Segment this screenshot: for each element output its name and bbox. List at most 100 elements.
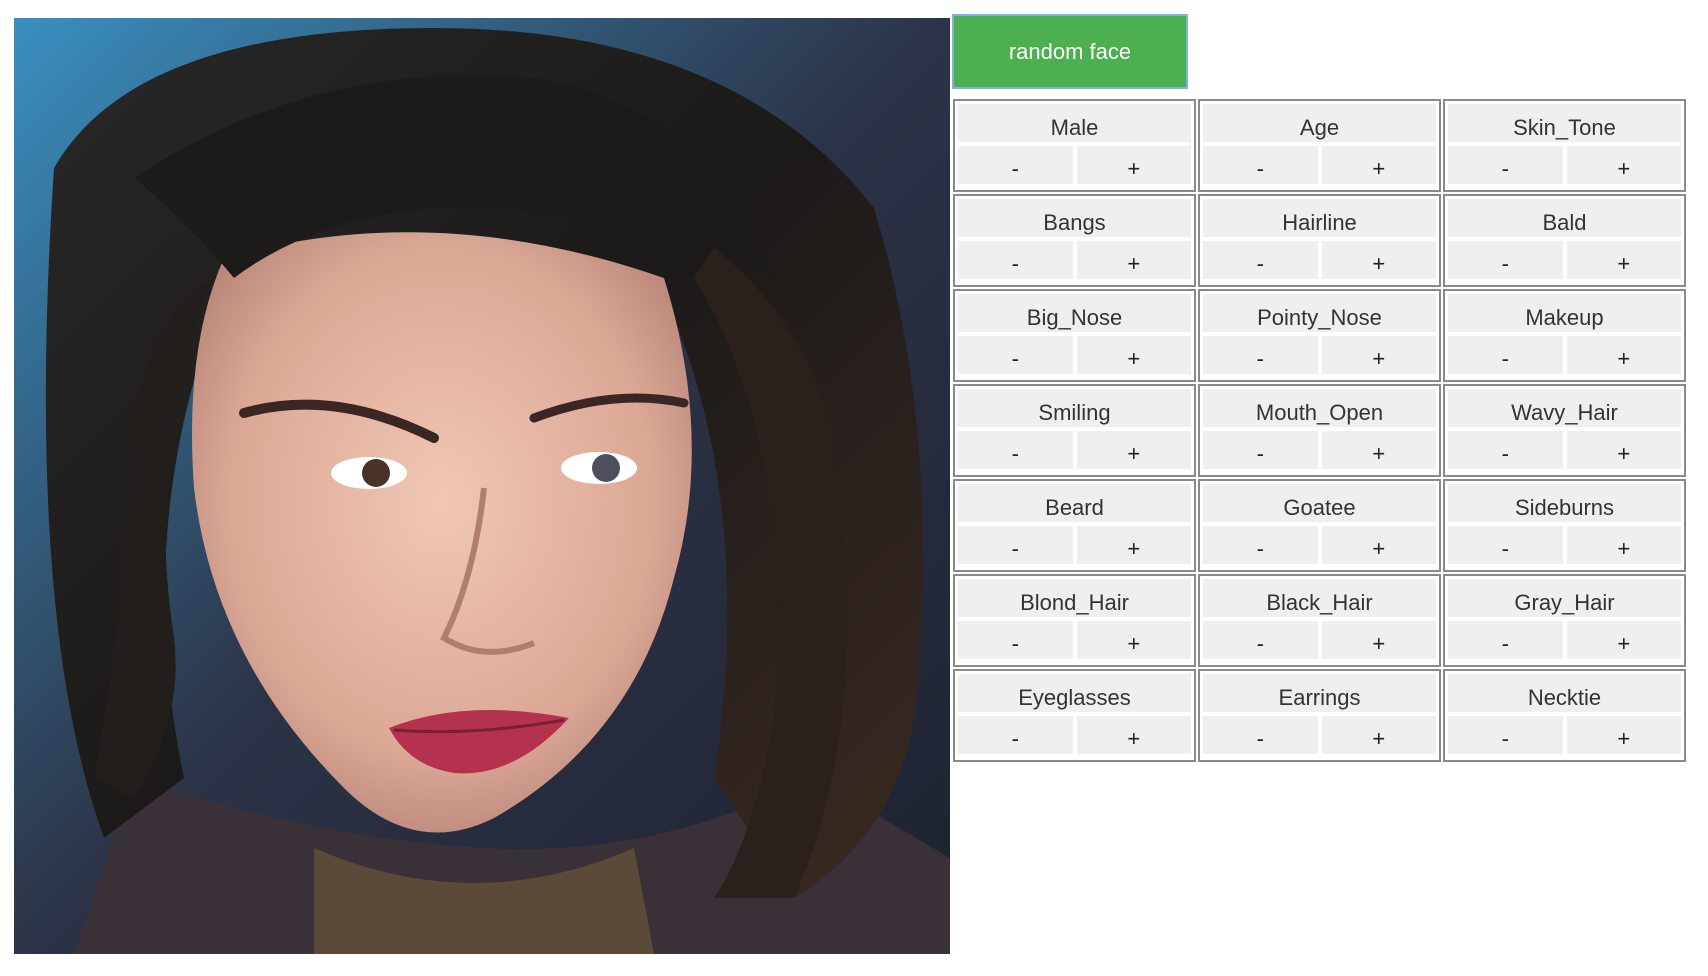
increase-gray-hair-button[interactable]: +	[1566, 621, 1681, 659]
increase-big-nose-button[interactable]: +	[1076, 336, 1191, 374]
increase-male-button[interactable]: +	[1076, 146, 1191, 184]
attribute-button-row: - +	[958, 241, 1191, 279]
increase-blond-hair-button[interactable]: +	[1076, 621, 1191, 659]
decrease-smiling-button[interactable]: -	[958, 431, 1073, 469]
attribute-cell-male: Male - +	[953, 99, 1196, 192]
decrease-bald-button[interactable]: -	[1448, 241, 1563, 279]
attribute-button-row: - +	[1203, 716, 1436, 754]
decrease-earrings-button[interactable]: -	[1203, 716, 1318, 754]
attribute-button-row: - +	[1203, 621, 1436, 659]
increase-pointy-nose-button[interactable]: +	[1321, 336, 1436, 374]
attribute-button-row: - +	[1448, 431, 1681, 469]
decrease-big-nose-button[interactable]: -	[958, 336, 1073, 374]
attribute-label: Hairline	[1203, 199, 1436, 237]
attribute-cell-wavy-hair: Wavy_Hair - +	[1443, 384, 1686, 477]
decrease-sideburns-button[interactable]: -	[1448, 526, 1563, 564]
increase-wavy-hair-button[interactable]: +	[1566, 431, 1681, 469]
increase-smiling-button[interactable]: +	[1076, 431, 1191, 469]
attribute-label: Beard	[958, 484, 1191, 522]
attribute-button-row: - +	[958, 336, 1191, 374]
attribute-cell-beard: Beard - +	[953, 479, 1196, 572]
attribute-label: Mouth_Open	[1203, 389, 1436, 427]
attribute-cell-earrings: Earrings - +	[1198, 669, 1441, 762]
increase-bangs-button[interactable]: +	[1076, 241, 1191, 279]
attribute-label: Blond_Hair	[958, 579, 1191, 617]
increase-bald-button[interactable]: +	[1566, 241, 1681, 279]
attribute-button-row: - +	[1448, 146, 1681, 184]
decrease-hairline-button[interactable]: -	[1203, 241, 1318, 279]
attribute-cell-gray-hair: Gray_Hair - +	[1443, 574, 1686, 667]
increase-hairline-button[interactable]: +	[1321, 241, 1436, 279]
increase-eyeglasses-button[interactable]: +	[1076, 716, 1191, 754]
attribute-label: Black_Hair	[1203, 579, 1436, 617]
decrease-age-button[interactable]: -	[1203, 146, 1318, 184]
increase-earrings-button[interactable]: +	[1321, 716, 1436, 754]
attribute-cell-age: Age - +	[1198, 99, 1441, 192]
attribute-cell-skin-tone: Skin_Tone - +	[1443, 99, 1686, 192]
attribute-label: Gray_Hair	[1448, 579, 1681, 617]
attribute-cell-blond-hair: Blond_Hair - +	[953, 574, 1196, 667]
attribute-label: Goatee	[1203, 484, 1436, 522]
decrease-beard-button[interactable]: -	[958, 526, 1073, 564]
increase-skin-tone-button[interactable]: +	[1566, 146, 1681, 184]
attribute-cell-makeup: Makeup - +	[1443, 289, 1686, 382]
attribute-button-row: - +	[958, 146, 1191, 184]
attribute-button-row: - +	[1203, 241, 1436, 279]
attribute-button-row: - +	[958, 431, 1191, 469]
attribute-label: Pointy_Nose	[1203, 294, 1436, 332]
decrease-eyeglasses-button[interactable]: -	[958, 716, 1073, 754]
decrease-gray-hair-button[interactable]: -	[1448, 621, 1563, 659]
attribute-button-row: - +	[1448, 241, 1681, 279]
decrease-skin-tone-button[interactable]: -	[1448, 146, 1563, 184]
attribute-cell-smiling: Smiling - +	[953, 384, 1196, 477]
attribute-cell-pointy-nose: Pointy_Nose - +	[1198, 289, 1441, 382]
attribute-label: Age	[1203, 104, 1436, 142]
increase-black-hair-button[interactable]: +	[1321, 621, 1436, 659]
attribute-controls-grid: Male - + Age - + Skin_Tone - + Bangs - + Hairline - + B…	[953, 99, 1688, 762]
attribute-button-row: - +	[958, 621, 1191, 659]
increase-makeup-button[interactable]: +	[1566, 336, 1681, 374]
random-face-button[interactable]: random face	[952, 14, 1188, 89]
increase-sideburns-button[interactable]: +	[1566, 526, 1681, 564]
decrease-blond-hair-button[interactable]: -	[958, 621, 1073, 659]
decrease-wavy-hair-button[interactable]: -	[1448, 431, 1563, 469]
generated-face-image	[14, 18, 950, 954]
attribute-cell-big-nose: Big_Nose - +	[953, 289, 1196, 382]
attribute-button-row: - +	[1448, 526, 1681, 564]
attribute-label: Necktie	[1448, 674, 1681, 712]
increase-beard-button[interactable]: +	[1076, 526, 1191, 564]
attribute-button-row: - +	[958, 716, 1191, 754]
attribute-button-row: - +	[958, 526, 1191, 564]
increase-age-button[interactable]: +	[1321, 146, 1436, 184]
increase-mouth-open-button[interactable]: +	[1321, 431, 1436, 469]
decrease-bangs-button[interactable]: -	[958, 241, 1073, 279]
attribute-label: Big_Nose	[958, 294, 1191, 332]
attribute-button-row: - +	[1203, 146, 1436, 184]
attribute-button-row: - +	[1448, 621, 1681, 659]
attribute-button-row: - +	[1203, 431, 1436, 469]
attribute-cell-sideburns: Sideburns - +	[1443, 479, 1686, 572]
face-portrait-icon	[14, 18, 950, 954]
attribute-cell-goatee: Goatee - +	[1198, 479, 1441, 572]
decrease-pointy-nose-button[interactable]: -	[1203, 336, 1318, 374]
decrease-makeup-button[interactable]: -	[1448, 336, 1563, 374]
decrease-black-hair-button[interactable]: -	[1203, 621, 1318, 659]
decrease-male-button[interactable]: -	[958, 146, 1073, 184]
attribute-label: Wavy_Hair	[1448, 389, 1681, 427]
attribute-cell-mouth-open: Mouth_Open - +	[1198, 384, 1441, 477]
attribute-label: Male	[958, 104, 1191, 142]
increase-necktie-button[interactable]: +	[1566, 716, 1681, 754]
attribute-cell-bald: Bald - +	[1443, 194, 1686, 287]
attribute-label: Bangs	[958, 199, 1191, 237]
attribute-cell-bangs: Bangs - +	[953, 194, 1196, 287]
attribute-button-row: - +	[1448, 716, 1681, 754]
attribute-label: Makeup	[1448, 294, 1681, 332]
attribute-cell-necktie: Necktie - +	[1443, 669, 1686, 762]
decrease-mouth-open-button[interactable]: -	[1203, 431, 1318, 469]
attribute-label: Smiling	[958, 389, 1191, 427]
attribute-button-row: - +	[1448, 336, 1681, 374]
increase-goatee-button[interactable]: +	[1321, 526, 1436, 564]
attribute-cell-eyeglasses: Eyeglasses - +	[953, 669, 1196, 762]
decrease-necktie-button[interactable]: -	[1448, 716, 1563, 754]
decrease-goatee-button[interactable]: -	[1203, 526, 1318, 564]
